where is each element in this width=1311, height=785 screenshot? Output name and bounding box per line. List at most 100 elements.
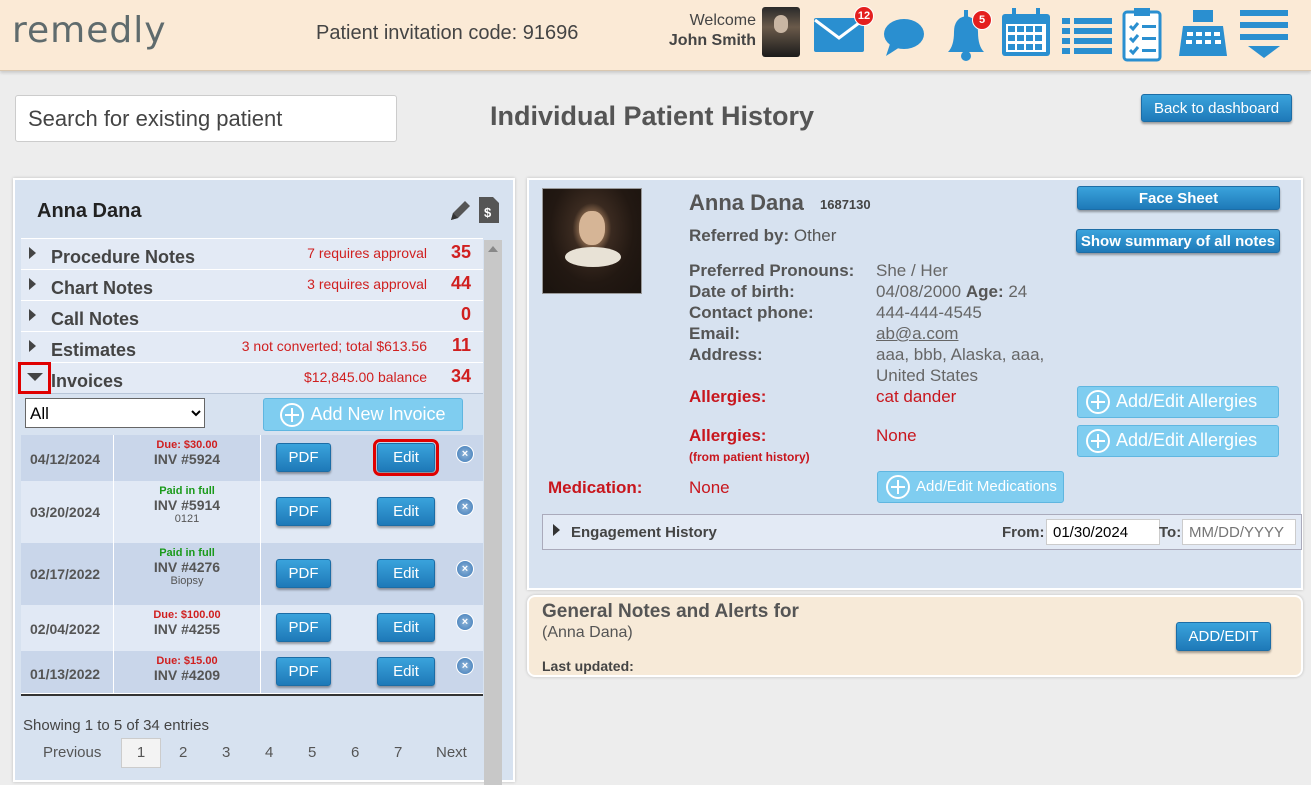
medication-label: Medication: <box>548 478 643 497</box>
patient-id: 1687130 <box>820 197 871 212</box>
age-label: Age: <box>965 282 1004 301</box>
add-edit-medications-button[interactable]: Add/Edit Medications <box>877 471 1064 503</box>
bell-badge: 5 <box>972 10 992 30</box>
face-sheet-button[interactable]: Face Sheet <box>1077 186 1280 210</box>
pagination-page-1[interactable]: 1 <box>121 738 161 768</box>
caret-right-icon <box>29 278 36 290</box>
pdf-button[interactable]: PDF <box>276 657 331 686</box>
invoice-date: 03/20/2024 <box>30 504 101 520</box>
pdf-button[interactable]: PDF <box>276 443 331 472</box>
add-edit-history-allergies-button[interactable]: Add/Edit Allergies <box>1077 425 1279 457</box>
scrollbar[interactable] <box>484 240 502 785</box>
edit-button[interactable]: Edit <box>377 613 435 642</box>
invoice-date: 02/17/2022 <box>30 566 101 582</box>
pagination-page-2[interactable]: 2 <box>179 744 187 761</box>
accordion-estimates[interactable]: Estimates 3 not converted; total $613.56… <box>21 331 483 363</box>
register-icon[interactable] <box>1175 6 1231 60</box>
patient-photo <box>542 188 642 294</box>
invoice-description: Biopsy <box>170 575 204 587</box>
pagination-page-3[interactable]: 3 <box>222 744 230 761</box>
invoice-document-icon[interactable]: $ <box>477 195 501 230</box>
invoice-number: INV #4209 <box>153 667 221 683</box>
pdf-button[interactable]: PDF <box>276 559 331 588</box>
invoice-description: 0121 <box>174 513 200 525</box>
section-label: Invoices <box>51 371 124 391</box>
accordion-procedure-notes[interactable]: Procedure Notes 7 requires approval 35 <box>21 238 483 270</box>
table-row: 04/12/2024 Due: $30.00 INV #5924 PDF Edi… <box>21 435 483 482</box>
edit-button[interactable]: Edit <box>373 439 439 476</box>
edit-button[interactable]: Edit <box>377 559 435 588</box>
calendar-icon[interactable] <box>1000 6 1054 60</box>
email-label: Email: <box>689 324 741 343</box>
avatar[interactable] <box>762 7 800 57</box>
edit-button[interactable]: Edit <box>377 497 435 526</box>
allergies-value: cat dander <box>876 387 957 406</box>
logo[interactable]: remedly <box>12 10 167 51</box>
invoice-date: 01/13/2022 <box>30 666 101 682</box>
list-icon[interactable] <box>1060 6 1114 60</box>
section-label: Procedure Notes <box>51 247 196 267</box>
notes-title: General Notes and Alerts for <box>542 601 799 622</box>
caret-right-icon <box>29 309 36 321</box>
delete-icon[interactable]: × <box>456 657 474 675</box>
checklist-icon[interactable] <box>1120 6 1166 62</box>
accordion-invoices[interactable]: Invoices $12,845.00 balance 34 <box>21 362 483 394</box>
invoice-number: INV #5914 <box>153 497 221 513</box>
bell-icon[interactable]: 5 <box>940 6 996 61</box>
edit-button[interactable]: Edit <box>377 657 435 686</box>
invoice-status: Paid in full <box>159 547 215 559</box>
menu-icon[interactable] <box>1238 6 1292 60</box>
pencil-icon[interactable] <box>447 198 473 229</box>
invoice-status: Due: $15.00 <box>156 655 218 667</box>
search-input[interactable] <box>15 95 397 142</box>
table-row: 03/20/2024 Paid in full INV #5914 0121 P… <box>21 481 483 544</box>
email-link[interactable]: ab@a.com <box>876 324 958 344</box>
mail-icon[interactable]: 12 <box>812 6 874 60</box>
pdf-button[interactable]: PDF <box>276 497 331 526</box>
show-summary-button[interactable]: Show summary of all notes <box>1076 229 1280 253</box>
pagination-next[interactable]: Next <box>436 744 467 761</box>
delete-icon[interactable]: × <box>456 498 474 516</box>
pagination-page-5[interactable]: 5 <box>308 744 316 761</box>
history-allergies-sub: (from patient history) <box>689 450 810 464</box>
back-to-dashboard-button[interactable]: Back to dashboard <box>1141 94 1292 122</box>
delete-icon[interactable]: × <box>456 613 474 631</box>
add-new-invoice-button[interactable]: Add New Invoice <box>263 398 463 431</box>
accordion-call-notes[interactable]: Call Notes 0 <box>21 300 483 332</box>
pagination-page-6[interactable]: 6 <box>351 744 359 761</box>
invoices-collapse-toggle[interactable] <box>18 362 51 394</box>
notes-patient: (Anna Dana) <box>542 624 633 641</box>
invoice-number: INV #4276 <box>153 559 221 575</box>
from-label: From: <box>1002 524 1045 541</box>
section-count: 34 <box>450 366 471 386</box>
from-date-input[interactable] <box>1046 519 1160 545</box>
patient-records-panel: Anna Dana $ Procedure Notes 7 requires a… <box>13 178 515 785</box>
engagement-history-bar[interactable]: Engagement History From: To: <box>542 514 1302 550</box>
pagination-previous[interactable]: Previous <box>43 744 101 761</box>
pagination-page-4[interactable]: 4 <box>265 744 273 761</box>
delete-icon[interactable]: × <box>456 445 474 463</box>
invoice-filter-select[interactable]: All <box>25 398 205 428</box>
add-edit-medications-label: Add/Edit Medications <box>916 477 1057 495</box>
dob-value: 04/08/2000 Age: 24 <box>876 282 1027 302</box>
add-edit-notes-button[interactable]: ADD/EDIT <box>1176 622 1271 651</box>
pagination-page-7[interactable]: 7 <box>394 744 402 761</box>
welcome-block: Welcome John Smith <box>640 11 756 51</box>
referred-label: Referred by: <box>689 226 790 245</box>
age: 24 <box>1008 282 1028 301</box>
add-edit-allergies-label: Add/Edit Allergies <box>1116 390 1258 411</box>
accordion-chart-notes[interactable]: Chart Notes 3 requires approval 44 <box>21 269 483 301</box>
delete-icon[interactable]: × <box>456 560 474 578</box>
entries-info: Showing 1 to 5 of 34 entries <box>23 717 209 734</box>
notes-last-updated: Last updated: <box>542 658 634 674</box>
to-date-input[interactable] <box>1182 519 1296 545</box>
invoice-number: INV #4255 <box>153 621 221 637</box>
plus-circle-icon <box>280 402 305 427</box>
table-divider <box>21 694 483 696</box>
add-edit-allergies-button[interactable]: Add/Edit Allergies <box>1077 386 1279 418</box>
mail-badge: 12 <box>854 6 874 26</box>
chat-icon[interactable] <box>880 6 928 60</box>
history-allergies-value: None <box>876 426 917 445</box>
pdf-button[interactable]: PDF <box>276 613 331 642</box>
plus-circle-icon <box>886 475 910 499</box>
